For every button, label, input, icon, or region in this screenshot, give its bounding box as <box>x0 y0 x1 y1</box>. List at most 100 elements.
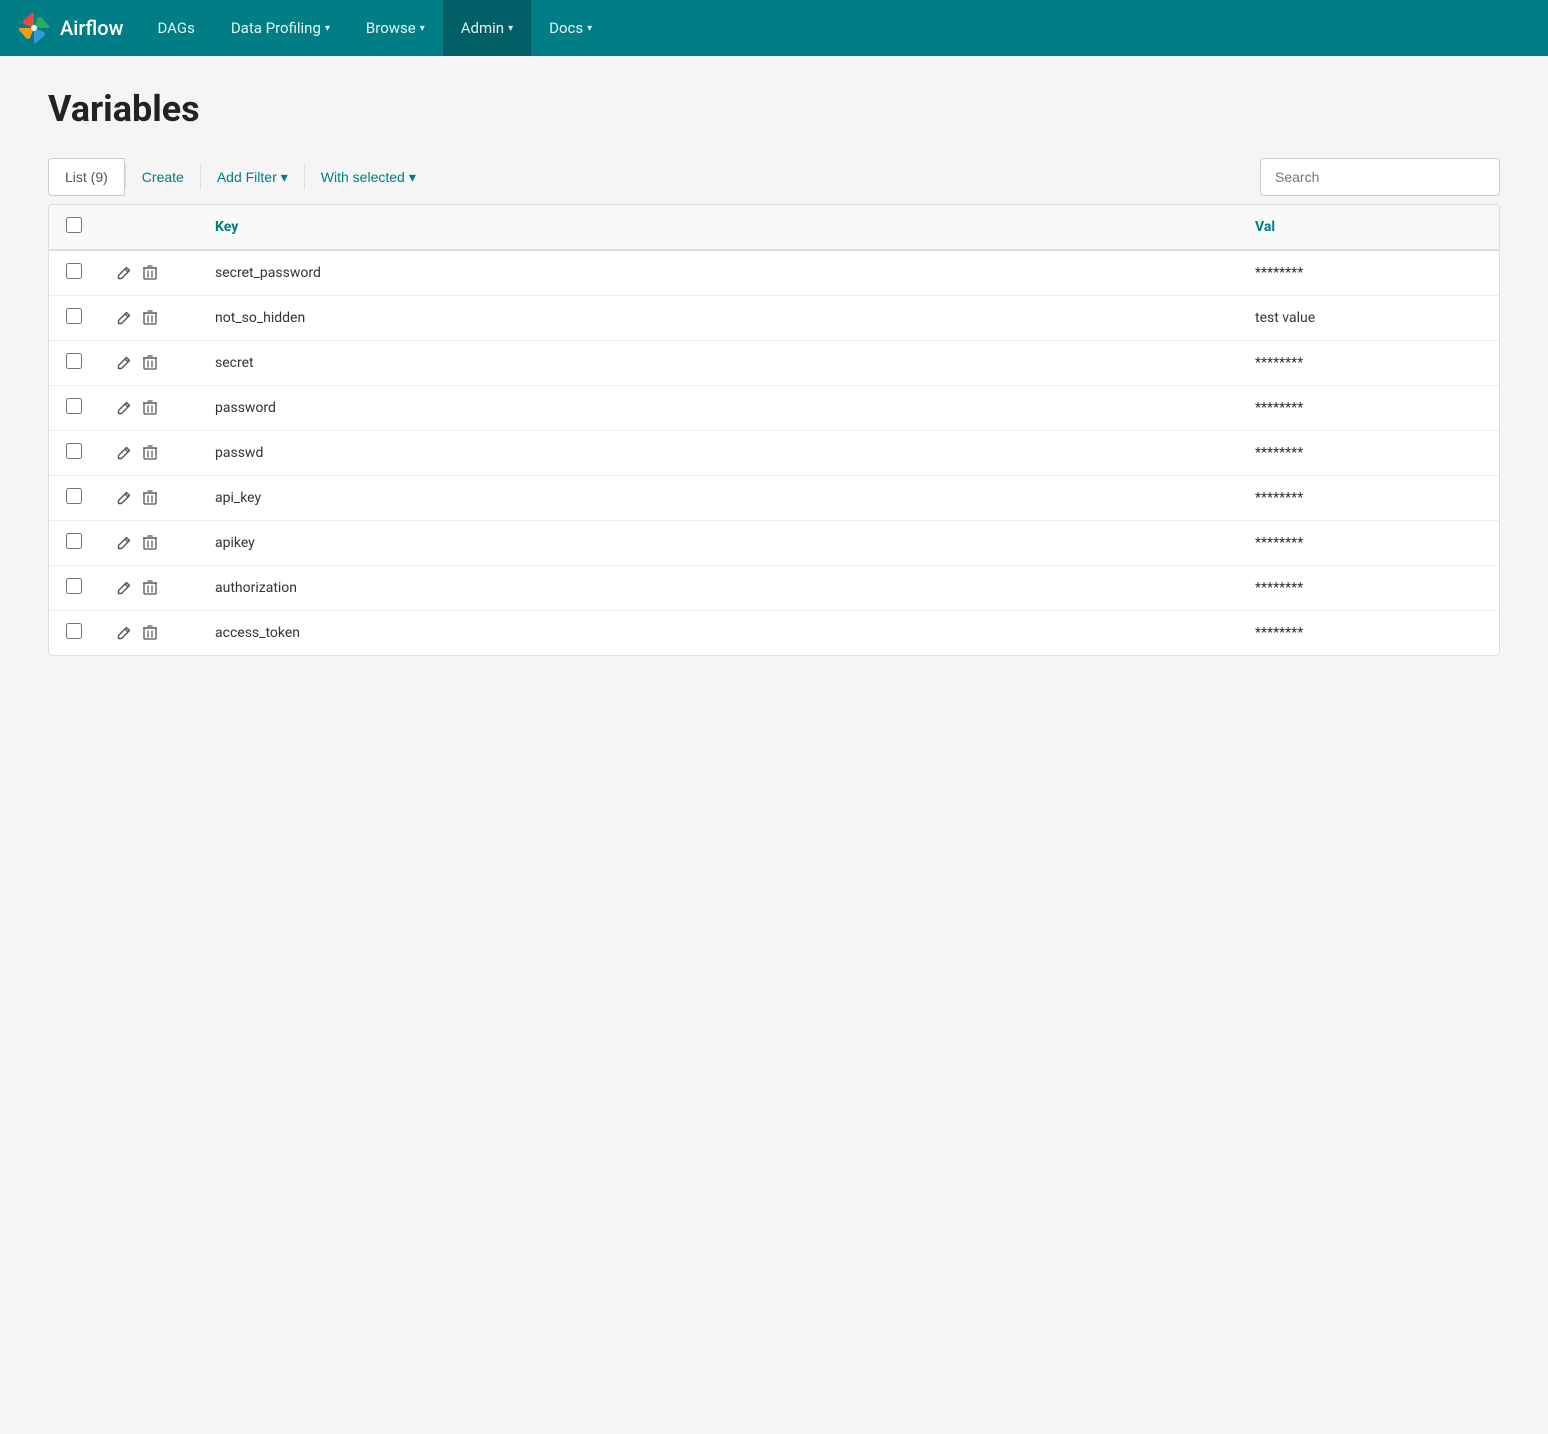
row-actions <box>99 431 199 476</box>
row-checkbox[interactable] <box>66 263 82 279</box>
row-val: ******** <box>1239 476 1499 521</box>
select-all-checkbox[interactable] <box>66 217 82 233</box>
nav-dags[interactable]: DAGs <box>139 0 212 56</box>
row-checkbox[interactable] <box>66 353 82 369</box>
row-checkbox[interactable] <box>66 623 82 639</box>
page-content: Variables List (9) Create Add Filter ▾ W… <box>0 56 1548 688</box>
delete-button[interactable] <box>141 578 159 598</box>
row-checkbox[interactable] <box>66 308 82 324</box>
nav-admin[interactable]: Admin ▾ <box>443 0 531 56</box>
row-checkbox[interactable] <box>66 578 82 594</box>
edit-button[interactable] <box>115 444 133 462</box>
trash-icon <box>143 625 157 641</box>
header-val[interactable]: Val <box>1239 205 1499 250</box>
search-input[interactable] <box>1260 158 1500 196</box>
edit-button[interactable] <box>115 264 133 282</box>
trash-icon <box>143 355 157 371</box>
nav-docs[interactable]: Docs ▾ <box>531 0 610 56</box>
pencil-icon <box>117 266 131 280</box>
row-key: authorization <box>199 566 1239 611</box>
row-checkbox-cell <box>49 611 99 656</box>
row-checkbox[interactable] <box>66 488 82 504</box>
table-row: password ******** <box>49 386 1499 431</box>
row-key: api_key <box>199 476 1239 521</box>
with-selected-button[interactable]: With selected ▾ <box>305 158 432 196</box>
edit-button[interactable] <box>115 579 133 597</box>
delete-button[interactable] <box>141 443 159 463</box>
pencil-icon <box>117 446 131 460</box>
delete-button[interactable] <box>141 308 159 328</box>
trash-icon <box>143 535 157 551</box>
row-checkbox[interactable] <box>66 533 82 549</box>
pencil-icon <box>117 491 131 505</box>
create-button[interactable]: Create <box>126 158 200 196</box>
row-checkbox[interactable] <box>66 398 82 414</box>
row-key: passwd <box>199 431 1239 476</box>
trash-icon <box>143 490 157 506</box>
delete-button[interactable] <box>141 398 159 418</box>
edit-button[interactable] <box>115 399 133 417</box>
nav-docs-caret: ▾ <box>587 23 592 34</box>
row-key: secret <box>199 341 1239 386</box>
row-checkbox-cell <box>49 250 99 296</box>
row-checkbox-cell <box>49 521 99 566</box>
row-val: ******** <box>1239 566 1499 611</box>
header-checkbox-cell <box>49 205 99 250</box>
trash-icon <box>143 400 157 416</box>
row-checkbox-cell <box>49 431 99 476</box>
row-checkbox-cell <box>49 566 99 611</box>
table-row: not_so_hidden test value <box>49 296 1499 341</box>
delete-button[interactable] <box>141 533 159 553</box>
table-row: authorization ******** <box>49 566 1499 611</box>
row-checkbox-cell <box>49 476 99 521</box>
pencil-icon <box>117 626 131 640</box>
row-actions <box>99 296 199 341</box>
header-actions <box>99 205 199 250</box>
trash-icon <box>143 445 157 461</box>
header-key[interactable]: Key <box>199 205 1239 250</box>
with-selected-caret: ▾ <box>409 169 416 186</box>
trash-icon <box>143 310 157 326</box>
nav-data-profiling-caret: ▾ <box>325 23 330 34</box>
edit-button[interactable] <box>115 624 133 642</box>
delete-button[interactable] <box>141 488 159 508</box>
table-row: secret ******** <box>49 341 1499 386</box>
pencil-icon <box>117 401 131 415</box>
brand-logo[interactable]: Airflow <box>16 10 123 46</box>
row-actions <box>99 341 199 386</box>
row-val: ******** <box>1239 431 1499 476</box>
row-key: password <box>199 386 1239 431</box>
navbar: Airflow DAGs Data Profiling ▾ Browse ▾ A… <box>0 0 1548 56</box>
row-val: test value <box>1239 296 1499 341</box>
row-checkbox[interactable] <box>66 443 82 459</box>
edit-button[interactable] <box>115 489 133 507</box>
nav-browse[interactable]: Browse ▾ <box>348 0 443 56</box>
nav-data-profiling[interactable]: Data Profiling ▾ <box>213 0 348 56</box>
row-val: ******** <box>1239 386 1499 431</box>
row-key: access_token <box>199 611 1239 656</box>
delete-button[interactable] <box>141 263 159 283</box>
row-val: ******** <box>1239 250 1499 296</box>
delete-button[interactable] <box>141 353 159 373</box>
edit-button[interactable] <box>115 354 133 372</box>
edit-button[interactable] <box>115 309 133 327</box>
add-filter-button[interactable]: Add Filter ▾ <box>201 158 304 196</box>
nav-browse-caret: ▾ <box>420 23 425 34</box>
row-checkbox-cell <box>49 341 99 386</box>
row-checkbox-cell <box>49 386 99 431</box>
delete-button[interactable] <box>141 623 159 643</box>
table-header-row: Key Val <box>49 205 1499 250</box>
page-title: Variables <box>48 88 1500 130</box>
row-actions <box>99 611 199 656</box>
row-val: ******** <box>1239 611 1499 656</box>
row-actions <box>99 566 199 611</box>
airflow-logo-icon <box>16 10 52 46</box>
edit-button[interactable] <box>115 534 133 552</box>
row-val: ******** <box>1239 521 1499 566</box>
table-row: api_key ******** <box>49 476 1499 521</box>
table-row: apikey ******** <box>49 521 1499 566</box>
row-checkbox-cell <box>49 296 99 341</box>
list-button[interactable]: List (9) <box>48 158 125 196</box>
trash-icon <box>143 580 157 596</box>
pencil-icon <box>117 536 131 550</box>
